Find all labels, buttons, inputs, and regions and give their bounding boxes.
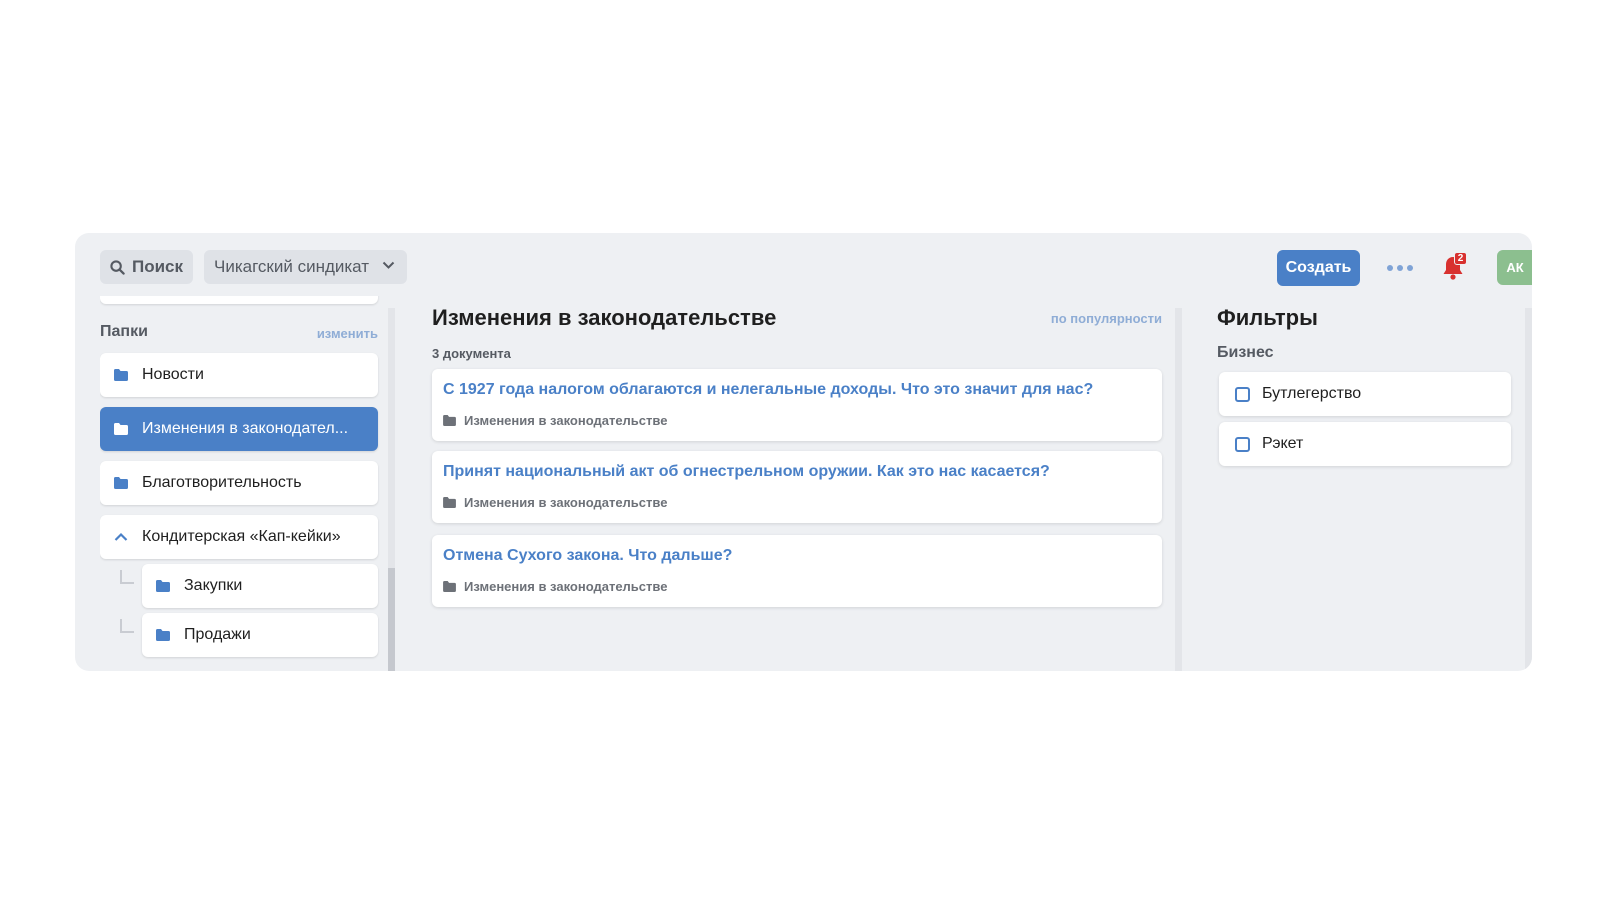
sidebar-scrollbar[interactable] bbox=[388, 308, 395, 671]
page-title: Изменения в законодательстве bbox=[432, 305, 777, 330]
folder-icon bbox=[443, 497, 456, 508]
document-title[interactable]: С 1927 года налогом облагаются и нелегал… bbox=[443, 381, 1093, 399]
organization-name: Чикагский синдикат bbox=[214, 257, 370, 276]
search-icon bbox=[110, 259, 125, 275]
chevron-up-icon[interactable] bbox=[114, 532, 128, 542]
folder-label: Благотворительность bbox=[142, 474, 302, 491]
filters-scrollbar[interactable] bbox=[1525, 308, 1532, 671]
filters-title: Фильтры bbox=[1217, 305, 1318, 330]
document-folder-label: Изменения в законодательстве bbox=[464, 579, 668, 594]
filter-option-bootlegging[interactable]: Бутлегерство bbox=[1219, 372, 1511, 416]
document-folder: Изменения в законодательстве bbox=[443, 413, 667, 428]
filter-group-label: Бизнес bbox=[1217, 344, 1274, 361]
create-button[interactable]: Создать bbox=[1277, 250, 1360, 286]
folder-item-cupcakes[interactable]: Кондитерская «Кап-кейки» bbox=[100, 515, 378, 559]
app-window: Поиск Чикагский синдикат Создать 2 АК Па… bbox=[75, 233, 1532, 671]
organization-select[interactable]: Чикагский синдикат bbox=[204, 250, 407, 284]
folder-icon bbox=[114, 477, 128, 489]
notifications-button[interactable]: 2 bbox=[1441, 252, 1471, 282]
more-dot bbox=[1407, 265, 1413, 271]
folders-title: Папки bbox=[100, 323, 148, 340]
document-count: 3 документа bbox=[432, 346, 511, 361]
search-label: Поиск bbox=[132, 257, 184, 276]
subfolder-item-sales[interactable]: Продажи bbox=[142, 613, 378, 657]
folder-icon bbox=[443, 415, 456, 426]
folder-icon bbox=[443, 581, 456, 592]
search-button[interactable]: Поиск bbox=[100, 250, 193, 284]
filter-option-label: Бутлегерство bbox=[1262, 385, 1362, 402]
document-folder: Изменения в законодательстве bbox=[443, 579, 667, 594]
documents-panel: Изменения в законодательстве по популярн… bbox=[432, 296, 1162, 671]
main-scrollbar[interactable] bbox=[1175, 308, 1182, 671]
tree-connector bbox=[120, 570, 134, 584]
document-folder-label: Изменения в законодательстве bbox=[464, 413, 668, 428]
chevron-down-icon bbox=[382, 261, 395, 269]
more-dots-icon bbox=[1387, 265, 1393, 271]
folder-label: Кондитерская «Кап-кейки» bbox=[142, 528, 341, 545]
folder-label: Продажи bbox=[184, 626, 251, 643]
filter-option-racket[interactable]: Рэкет bbox=[1219, 422, 1511, 466]
folders-sidebar: Папки изменить Новости Изменения в закон… bbox=[100, 296, 380, 671]
document-card[interactable]: Отмена Сухого закона. Что дальше? Измене… bbox=[432, 535, 1162, 607]
more-options-button[interactable] bbox=[1385, 255, 1415, 281]
folder-item-partial[interactable] bbox=[100, 296, 378, 304]
filter-option-label: Рэкет bbox=[1262, 435, 1304, 452]
subfolder-item-purchases[interactable]: Закупки bbox=[142, 564, 378, 608]
filter-checkbox[interactable] bbox=[1235, 436, 1250, 452]
folder-label: Закупки bbox=[184, 577, 243, 594]
document-folder-label: Изменения в законодательстве bbox=[464, 495, 668, 510]
more-dot bbox=[1397, 265, 1403, 271]
filters-panel: Фильтры Бизнес Бутлегерство Рэкет bbox=[1217, 296, 1512, 671]
folder-item-charity[interactable]: Благотворительность bbox=[100, 461, 378, 505]
filter-checkbox[interactable] bbox=[1235, 386, 1250, 402]
tree-connector bbox=[120, 619, 134, 633]
edit-folders-link[interactable]: изменить bbox=[317, 326, 378, 341]
notifications-badge: 2 bbox=[1454, 252, 1467, 265]
folder-icon bbox=[156, 629, 170, 641]
folder-item-legislation[interactable]: Изменения в законодател... bbox=[100, 407, 378, 451]
sidebar-scrollbar-thumb[interactable] bbox=[388, 568, 395, 671]
folder-item-news[interactable]: Новости bbox=[100, 353, 378, 397]
document-title[interactable]: Отмена Сухого закона. Что дальше? bbox=[443, 547, 732, 565]
document-title[interactable]: Принят национальный акт об огнестрельном… bbox=[443, 463, 1050, 481]
document-card[interactable]: Принят национальный акт об огнестрельном… bbox=[432, 451, 1162, 523]
document-folder: Изменения в законодательстве bbox=[443, 495, 667, 510]
folder-icon bbox=[156, 580, 170, 592]
folder-label: Новости bbox=[142, 366, 204, 383]
folder-icon bbox=[114, 369, 128, 381]
folder-icon bbox=[114, 423, 128, 435]
document-card[interactable]: С 1927 года налогом облагаются и нелегал… bbox=[432, 369, 1162, 441]
folder-label: Изменения в законодател... bbox=[142, 420, 349, 437]
sort-link[interactable]: по популярности bbox=[1051, 311, 1162, 326]
avatar[interactable]: АК bbox=[1497, 250, 1532, 285]
